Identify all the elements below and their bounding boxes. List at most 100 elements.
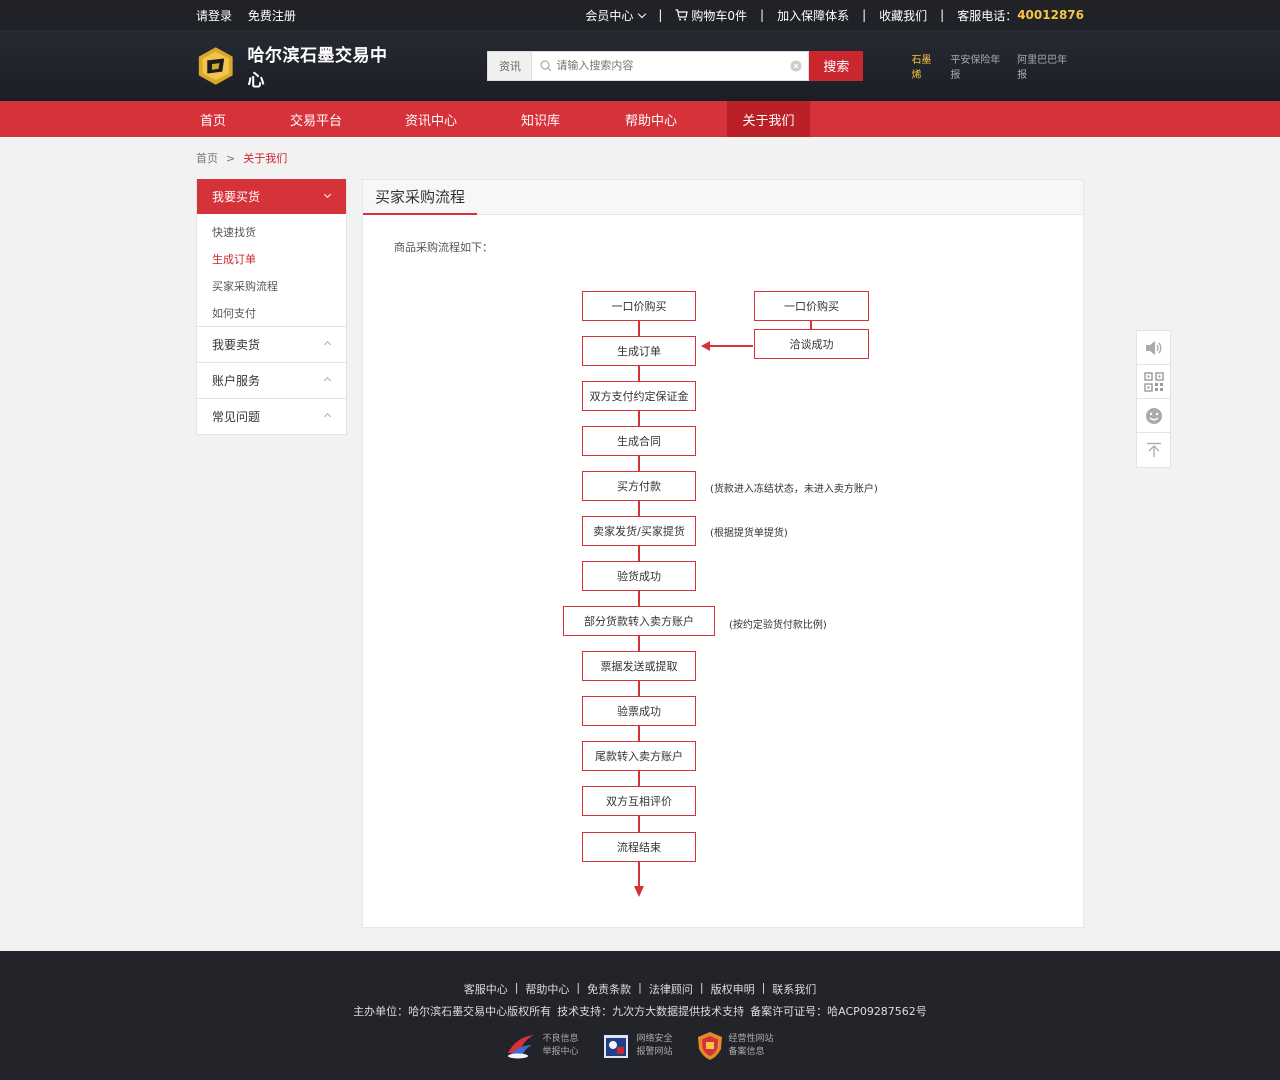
flow-step: 尾款转入卖方账户 (582, 741, 696, 771)
nav-trading-platform[interactable]: 交易平台 (290, 101, 405, 137)
badge-line: 备案信息 (728, 1047, 765, 1057)
qrcode-icon (1143, 371, 1164, 392)
flow-step: 部分货款转入卖方账户 (563, 606, 715, 636)
floating-toolbar (1136, 330, 1171, 468)
report-center-icon (508, 1035, 535, 1059)
flow-step: 一口价购买 (582, 291, 696, 321)
header: 哈尔滨石墨交易中心 资讯 搜索 石墨烯 平安保险年报 阿里巴巴年报 (0, 30, 1280, 101)
flow-step: 生成订单 (582, 336, 696, 366)
footer-links: 客服中心 | 帮助中心 | 免责条款 | 法律顾问 | 版权申明 | 联系我们 (463, 981, 817, 997)
register-link[interactable]: 免费注册 (248, 9, 296, 23)
breadcrumb-home[interactable]: 首页 (196, 150, 218, 166)
search-button[interactable]: 搜索 (809, 50, 864, 81)
badge-line: 举报中心 (542, 1047, 579, 1057)
search-icon (540, 59, 552, 71)
footer-link-disclaimer[interactable]: 免责条款 (587, 981, 631, 997)
cart-icon (675, 9, 689, 21)
flow-step: 双方互相评价 (582, 786, 696, 816)
sidebar-item-create-order[interactable]: 生成订单 (212, 245, 346, 272)
badge-line: 报警网站 (636, 1047, 673, 1057)
speaker-button[interactable] (1137, 331, 1170, 365)
badge-line: 经营性网站 (728, 1034, 774, 1044)
sidebar-group-label: 常见问题 (212, 410, 261, 424)
nav-knowledge-base[interactable]: 知识库 (521, 101, 625, 137)
chevron-up-icon (323, 376, 332, 385)
cart-label: 购物车0件 (691, 8, 748, 23)
top-bar: 请登录 免费注册 会员中心 | 购物车0件 | 加入保障体系 | 收藏我们 | … (0, 0, 1280, 30)
flow-side-step: 一口价购买 (754, 291, 869, 321)
service-phone-label: 客服电话： (957, 8, 1018, 23)
sidebar-group-account[interactable]: 账户服务 (197, 363, 346, 398)
chevron-down-icon (638, 9, 647, 18)
nav-news-center[interactable]: 资讯中心 (405, 101, 521, 137)
member-center-menu[interactable]: 会员中心 (585, 7, 647, 24)
sidebar-group-sell[interactable]: 我要卖货 (197, 327, 346, 362)
login-link[interactable]: 请登录 (196, 9, 232, 23)
flow-step: 验货成功 (582, 561, 696, 591)
footer-link-service[interactable]: 客服中心 (464, 981, 508, 997)
sidebar-group-label: 我要买货 (212, 190, 261, 204)
smile-icon (1145, 407, 1162, 424)
content-panel: 买家采购流程 商品采购流程如下： 一口价购买 生成订单 双方支付约定保证金 生成… (362, 179, 1084, 928)
nav-home[interactable]: 首页 (196, 101, 290, 137)
arrow-up-icon (1146, 442, 1161, 457)
breadcrumb: 首页 > 关于我们 (196, 137, 1084, 179)
flow-note: (根据提货单提货) (710, 528, 788, 539)
speaker-icon (1145, 340, 1161, 355)
chevron-up-icon (323, 340, 332, 349)
member-center-label: 会员中心 (585, 8, 634, 23)
footer-link-help[interactable]: 帮助中心 (525, 981, 569, 997)
sidebar-item-how-to-pay[interactable]: 如何支付 (212, 299, 346, 326)
sidebar-group-faq[interactable]: 常见问题 (197, 399, 346, 434)
customer-service-button[interactable] (1137, 399, 1170, 433)
sidebar: 我要买货 快速找货 生成订单 买家采购流程 如何支付 我要卖货 账户服务 常见问… (196, 179, 347, 928)
police-icon (604, 1035, 629, 1058)
footer-copyright: 主办单位：哈尔滨石墨交易中心版权所有 技术支持：九次方大数据提供技术支持 备案许… (0, 1003, 1280, 1019)
logo[interactable]: 哈尔滨石墨交易中心 (196, 41, 395, 91)
police-badge[interactable]: 网络安全 报警网站 (602, 1031, 673, 1061)
tech-support-text: 技术支持：九次方大数据提供技术支持 (557, 1005, 745, 1018)
qrcode-button[interactable] (1137, 365, 1170, 399)
license-text: 备案许可证号：哈ACP09287562号 (750, 1005, 927, 1018)
sidebar-group-buy[interactable]: 我要买货 (197, 179, 346, 214)
breadcrumb-current: 关于我们 (243, 152, 288, 165)
report-center-badge[interactable]: 不良信息 举报中心 (506, 1031, 578, 1061)
sidebar-group-label: 我要卖货 (212, 338, 261, 352)
sidebar-group-label: 账户服务 (212, 374, 261, 388)
flow-step: 票据发送或提取 (582, 651, 696, 681)
clear-icon[interactable] (790, 60, 802, 72)
sidebar-submenu: 快速找货 生成订单 买家采购流程 如何支付 (197, 214, 346, 326)
main-nav: 首页 交易平台 资讯中心 知识库 帮助中心 关于我们 (0, 101, 1280, 137)
footer: 客服中心 | 帮助中心 | 免责条款 | 法律顾问 | 版权申明 | 联系我们 主办单位：… (0, 951, 1280, 1080)
sidebar-item-purchase-process[interactable]: 买家采购流程 (212, 272, 346, 299)
favorite-link[interactable]: 收藏我们 (879, 7, 927, 24)
business-record-badge[interactable]: 经营性网站 备案信息 (697, 1031, 774, 1061)
footer-badges: 不良信息 举报中心 网络安全 报警网站 经营性网站 备案信息 (0, 1031, 1280, 1061)
logo-mark-icon (198, 46, 233, 85)
badge-line: 不良信息 (542, 1034, 579, 1044)
back-to-top-button[interactable] (1137, 433, 1170, 467)
copyright-text: 主办单位：哈尔滨石墨交易中心版权所有 (353, 1005, 552, 1018)
hot-link[interactable]: 平安保险年报 (950, 51, 1006, 81)
cart-link[interactable]: 购物车0件 (675, 7, 747, 24)
guarantee-link[interactable]: 加入保障体系 (777, 7, 849, 24)
footer-link-contact[interactable]: 联系我们 (772, 981, 816, 997)
nav-help-center[interactable]: 帮助中心 (625, 101, 727, 137)
sidebar-item-quick-find[interactable]: 快速找货 (212, 218, 346, 245)
footer-link-legal[interactable]: 法律顾问 (649, 981, 693, 997)
footer-link-copyright[interactable]: 版权申明 (711, 981, 755, 997)
nav-about-us[interactable]: 关于我们 (727, 101, 810, 137)
hot-link[interactable]: 阿里巴巴年报 (1017, 51, 1073, 81)
flowchart-connectors (634, 321, 812, 897)
search-input[interactable] (556, 59, 791, 72)
site-name: 哈尔滨石墨交易中心 (247, 45, 388, 91)
search-category-select[interactable]: 资讯 (487, 50, 532, 81)
search-bar: 资讯 搜索 (487, 50, 864, 81)
flow-step: 双方支付约定保证金 (582, 381, 696, 411)
hot-link[interactable]: 石墨烯 (911, 51, 939, 81)
chevron-down-icon (323, 190, 332, 199)
breadcrumb-separator: > (226, 151, 236, 165)
service-phone-number: 40012876 (1017, 8, 1084, 22)
hot-search-links: 石墨烯 平安保险年报 阿里巴巴年报 (911, 51, 1084, 81)
flow-step: 验票成功 (582, 696, 696, 726)
